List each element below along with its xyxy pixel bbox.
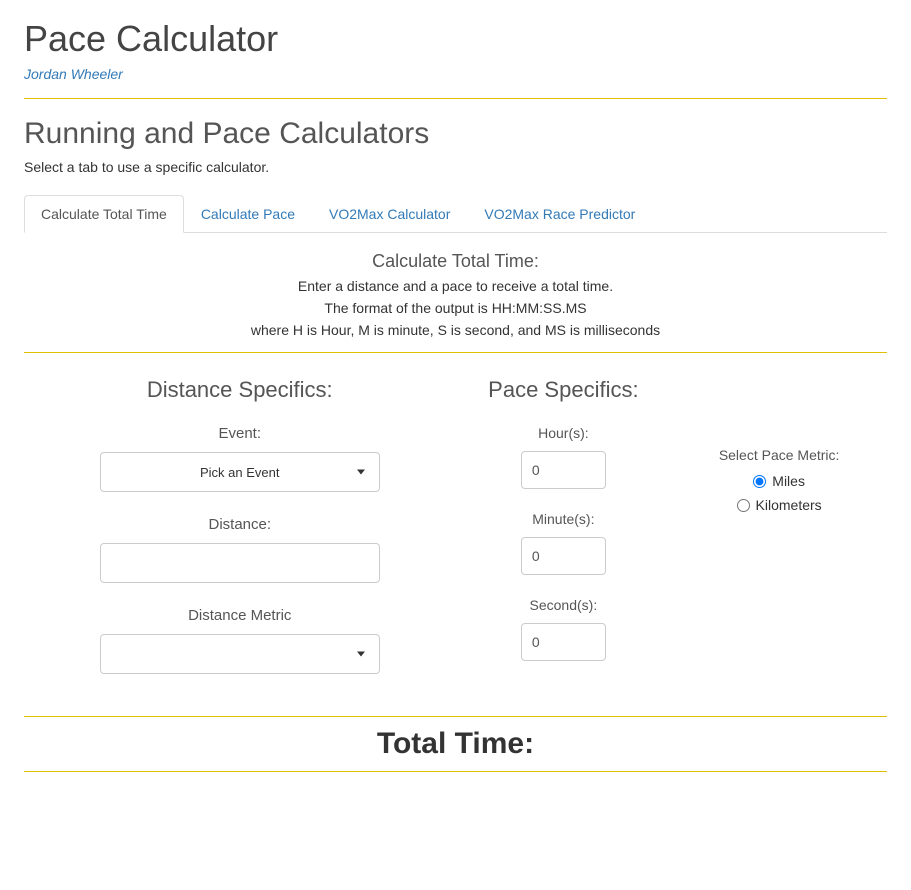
author-link[interactable]: Jordan Wheeler bbox=[24, 66, 123, 82]
panel-line2: The format of the output is HH:MM:SS.MS bbox=[24, 300, 887, 316]
tabs: Calculate Total Time Calculate Pace VO2M… bbox=[24, 195, 887, 233]
distance-input[interactable] bbox=[100, 543, 380, 583]
tab-vo2max-race-predictor[interactable]: VO2Max Race Predictor bbox=[467, 195, 652, 233]
chevron-down-icon bbox=[357, 652, 365, 657]
event-selected-text: Pick an Event bbox=[200, 465, 280, 480]
total-time-section: Total Time: bbox=[24, 716, 887, 772]
pace-column: Pace Specifics: Hour(s): Minute(s): Seco… bbox=[456, 377, 888, 698]
tab-calculate-pace[interactable]: Calculate Pace bbox=[184, 195, 312, 233]
minutes-label: Minute(s): bbox=[456, 511, 672, 527]
event-label: Event: bbox=[24, 425, 456, 442]
event-dropdown[interactable]: Pick an Event bbox=[100, 452, 380, 492]
page-title: Pace Calculator bbox=[24, 18, 887, 60]
tab-panel-total-time: Calculate Total Time: Enter a distance a… bbox=[24, 233, 887, 338]
tab-calculate-total-time[interactable]: Calculate Total Time bbox=[24, 195, 184, 233]
pace-metric-km-label: Kilometers bbox=[756, 497, 822, 513]
pace-metric-km-row[interactable]: Kilometers bbox=[671, 497, 887, 513]
panel-line3: where H is Hour, M is minute, S is secon… bbox=[24, 322, 887, 338]
total-time-label: Total Time: bbox=[24, 717, 887, 771]
form-columns: Distance Specifics: Event: Pick an Event… bbox=[24, 377, 887, 698]
chevron-down-icon bbox=[357, 470, 365, 475]
pace-metric-miles-row[interactable]: Miles bbox=[671, 473, 887, 489]
pace-time-inputs: Pace Specifics: Hour(s): Minute(s): Seco… bbox=[456, 377, 672, 698]
distance-metric-label: Distance Metric bbox=[24, 607, 456, 624]
section-title: Running and Pace Calculators bbox=[24, 117, 887, 151]
distance-label: Distance: bbox=[24, 516, 456, 533]
minutes-input[interactable] bbox=[521, 537, 606, 575]
tab-vo2max-calculator[interactable]: VO2Max Calculator bbox=[312, 195, 467, 233]
pace-heading: Pace Specifics: bbox=[456, 377, 672, 403]
pace-metric-column: Select Pace Metric: Miles Kilometers bbox=[671, 377, 887, 698]
panel-line1: Enter a distance and a pace to receive a… bbox=[24, 278, 887, 294]
pace-metric-miles-radio[interactable] bbox=[753, 475, 766, 488]
hours-input[interactable] bbox=[521, 451, 606, 489]
panel-title: Calculate Total Time: bbox=[24, 251, 887, 272]
pace-metric-km-radio[interactable] bbox=[737, 499, 750, 512]
seconds-label: Second(s): bbox=[456, 597, 672, 613]
hours-label: Hour(s): bbox=[456, 425, 672, 441]
pace-metric-miles-label: Miles bbox=[772, 473, 805, 489]
divider bbox=[24, 352, 887, 353]
distance-column: Distance Specifics: Event: Pick an Event… bbox=[24, 377, 456, 698]
pace-metric-label: Select Pace Metric: bbox=[671, 447, 887, 463]
distance-heading: Distance Specifics: bbox=[24, 377, 456, 403]
seconds-input[interactable] bbox=[521, 623, 606, 661]
page-header: Pace Calculator Jordan Wheeler bbox=[24, 18, 887, 99]
section-intro: Select a tab to use a specific calculato… bbox=[24, 159, 887, 175]
distance-metric-dropdown[interactable] bbox=[100, 634, 380, 674]
